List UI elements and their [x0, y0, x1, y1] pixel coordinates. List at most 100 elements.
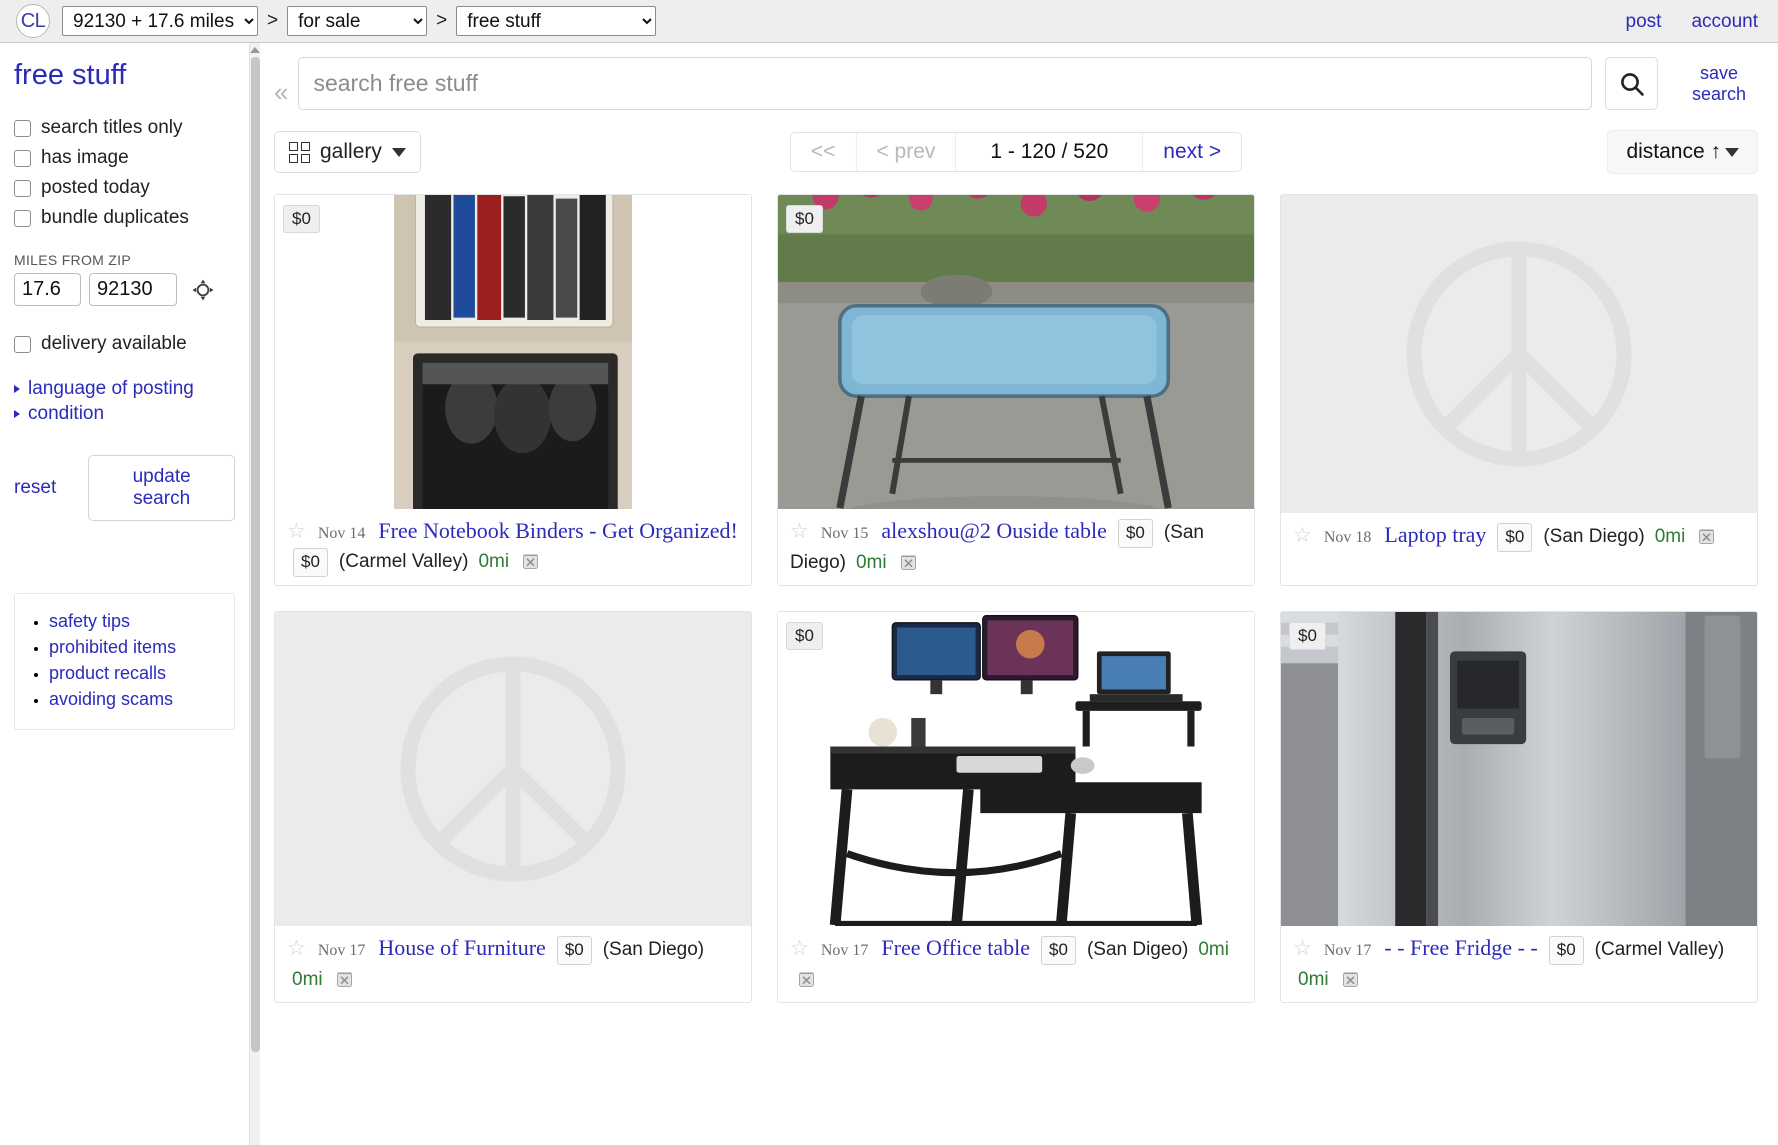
save-search-link[interactable]: save search — [1680, 63, 1758, 104]
scroll-up-arrow-icon[interactable] — [250, 47, 260, 53]
collapse-sidebar-icon[interactable]: « — [274, 79, 288, 105]
prev-page-button[interactable]: < prev — [856, 133, 957, 171]
checkbox-search-titles-only[interactable] — [14, 119, 31, 137]
listing-title-link[interactable]: House of Furniture — [378, 935, 545, 960]
checkbox-bundle-duplicates[interactable] — [14, 209, 31, 227]
chevron-down-icon — [391, 147, 406, 157]
filter-bundle-duplicates[interactable]: bundle duplicates — [0, 206, 249, 230]
list-item: avoiding scams — [49, 689, 234, 710]
favorite-star-icon[interactable]: ☆ — [1293, 936, 1312, 960]
post-link[interactable]: post — [1626, 11, 1662, 33]
listing-title-link[interactable]: alexshou@2 Ouside table — [881, 518, 1107, 543]
listing-date: Nov 17 — [1323, 942, 1372, 960]
safety-tips-link[interactable]: safety tips — [49, 611, 130, 631]
binders-photo — [275, 195, 751, 510]
hide-listing-icon[interactable] — [334, 968, 355, 989]
product-recalls-link[interactable]: product recalls — [49, 663, 166, 683]
location-select[interactable]: 92130 + 17.6 miles — [62, 6, 258, 36]
search-bar: « save search — [274, 57, 1758, 110]
favorite-star-icon[interactable]: ☆ — [287, 519, 306, 543]
favorite-star-icon[interactable]: ☆ — [287, 936, 306, 960]
listing-thumbnail[interactable] — [275, 195, 751, 510]
expander-condition[interactable]: condition — [0, 403, 249, 425]
favorite-star-icon[interactable]: ☆ — [790, 519, 809, 543]
listing-neighborhood: (San Diego) — [602, 939, 705, 961]
price-badge: $0 — [283, 205, 320, 233]
no-image-placeholder — [1281, 195, 1757, 513]
zip-input[interactable] — [89, 273, 177, 306]
listing-thumbnail[interactable] — [275, 612, 751, 927]
next-page-button[interactable]: next > — [1143, 133, 1241, 171]
hide-listing-icon[interactable] — [898, 551, 919, 572]
filter-search-titles-only[interactable]: search titles only — [0, 116, 249, 140]
filter-delivery-available[interactable]: delivery available — [0, 332, 249, 356]
locate-me-icon[interactable] — [191, 278, 215, 302]
listing-distance: 0mi — [478, 551, 510, 573]
scrollbar[interactable] — [249, 43, 260, 1145]
filter-label: search titles only — [41, 117, 183, 138]
scrollbar-thumb[interactable] — [251, 57, 260, 1052]
hide-listing-icon[interactable] — [1340, 968, 1361, 989]
breadcrumb-separator-1: > — [267, 10, 279, 31]
listing-card[interactable]: ☆ Nov 18 Laptop tray $0 (San Diego) 0mi — [1280, 194, 1758, 586]
subcategory-select[interactable]: free stuff — [456, 6, 657, 36]
listing-thumbnail[interactable] — [1281, 195, 1757, 513]
checkbox-has-image[interactable] — [14, 149, 31, 167]
listing-price: $0 — [1041, 936, 1076, 965]
hide-listing-icon[interactable] — [796, 968, 817, 989]
listing-card[interactable]: $0 — [274, 194, 752, 586]
update-search-button[interactable]: update search — [88, 455, 235, 521]
listing-card[interactable]: $0 — [1280, 611, 1758, 1003]
filter-label: bundle duplicates — [41, 207, 189, 228]
page-title: free stuff — [14, 59, 127, 91]
expander-language-of-posting[interactable]: language of posting — [0, 378, 249, 400]
chevron-down-icon — [1725, 147, 1739, 157]
account-link[interactable]: account — [1691, 11, 1758, 33]
hide-listing-icon[interactable] — [520, 550, 541, 571]
listing-title-link[interactable]: Laptop tray — [1384, 522, 1486, 547]
account-actions: post account — [1626, 0, 1758, 43]
listing-thumbnail[interactable] — [778, 195, 1254, 510]
chevron-right-icon — [14, 385, 20, 393]
listing-title-link[interactable]: - - Free Fridge - - — [1384, 935, 1537, 960]
category-select[interactable]: for sale — [287, 6, 428, 36]
checkbox-posted-today[interactable] — [14, 179, 31, 197]
listing-title-link[interactable]: Free Office table — [881, 935, 1030, 960]
craigslist-logo[interactable]: CL — [16, 4, 50, 38]
listing-thumbnail[interactable] — [778, 612, 1254, 927]
favorite-star-icon[interactable]: ☆ — [790, 936, 809, 960]
price-badge: $0 — [786, 205, 823, 233]
results-gallery: $0 ☆ Nov 14 Free Notebook Binders - Get … — [274, 194, 1758, 1003]
listing-card[interactable]: $0 — [777, 611, 1255, 1003]
filter-label: posted today — [41, 177, 150, 198]
listing-neighborhood: (Carmel Valley) — [338, 551, 469, 573]
favorite-star-icon[interactable]: ☆ — [1293, 523, 1312, 547]
listing-card[interactable]: ☆ Nov 17 House of Furniture $0 (San Dieg… — [274, 611, 752, 1003]
listing-distance: 0mi — [1198, 939, 1229, 961]
avoiding-scams-link[interactable]: avoiding scams — [49, 689, 173, 709]
listing-distance: 0mi — [855, 552, 887, 573]
first-page-button[interactable]: << — [791, 133, 857, 171]
view-mode-button[interactable]: gallery — [274, 131, 421, 173]
prohibited-items-link[interactable]: prohibited items — [49, 637, 176, 657]
filter-has-image[interactable]: has image — [0, 146, 249, 170]
list-item: safety tips — [49, 611, 234, 632]
listing-thumbnail[interactable] — [1281, 612, 1757, 927]
refrigerator-photo — [1281, 612, 1757, 927]
hide-listing-icon[interactable] — [1696, 525, 1717, 546]
price-badge: $0 — [786, 622, 823, 650]
sort-button[interactable]: distance ↑ — [1607, 130, 1758, 174]
listing-title-link[interactable]: Free Notebook Binders - Get Organized! — [378, 518, 737, 543]
patio-table-photo — [778, 195, 1254, 510]
listing-distance: 0mi — [1298, 969, 1329, 990]
checkbox-delivery-available[interactable] — [14, 335, 31, 353]
search-button[interactable] — [1605, 57, 1658, 110]
listing-card[interactable]: $0 — [777, 194, 1255, 586]
filter-posted-today[interactable]: posted today — [0, 176, 249, 200]
results-toolbar: gallery << < prev 1 - 120 / 520 next > d… — [274, 130, 1758, 174]
listing-price: $0 — [556, 936, 592, 965]
search-input[interactable] — [298, 57, 1592, 110]
listing-meta: ☆ Nov 15 alexshou@2 Ouside table $0 (San… — [778, 509, 1254, 585]
miles-input[interactable] — [14, 273, 81, 306]
reset-filters-link[interactable]: reset — [14, 477, 56, 499]
